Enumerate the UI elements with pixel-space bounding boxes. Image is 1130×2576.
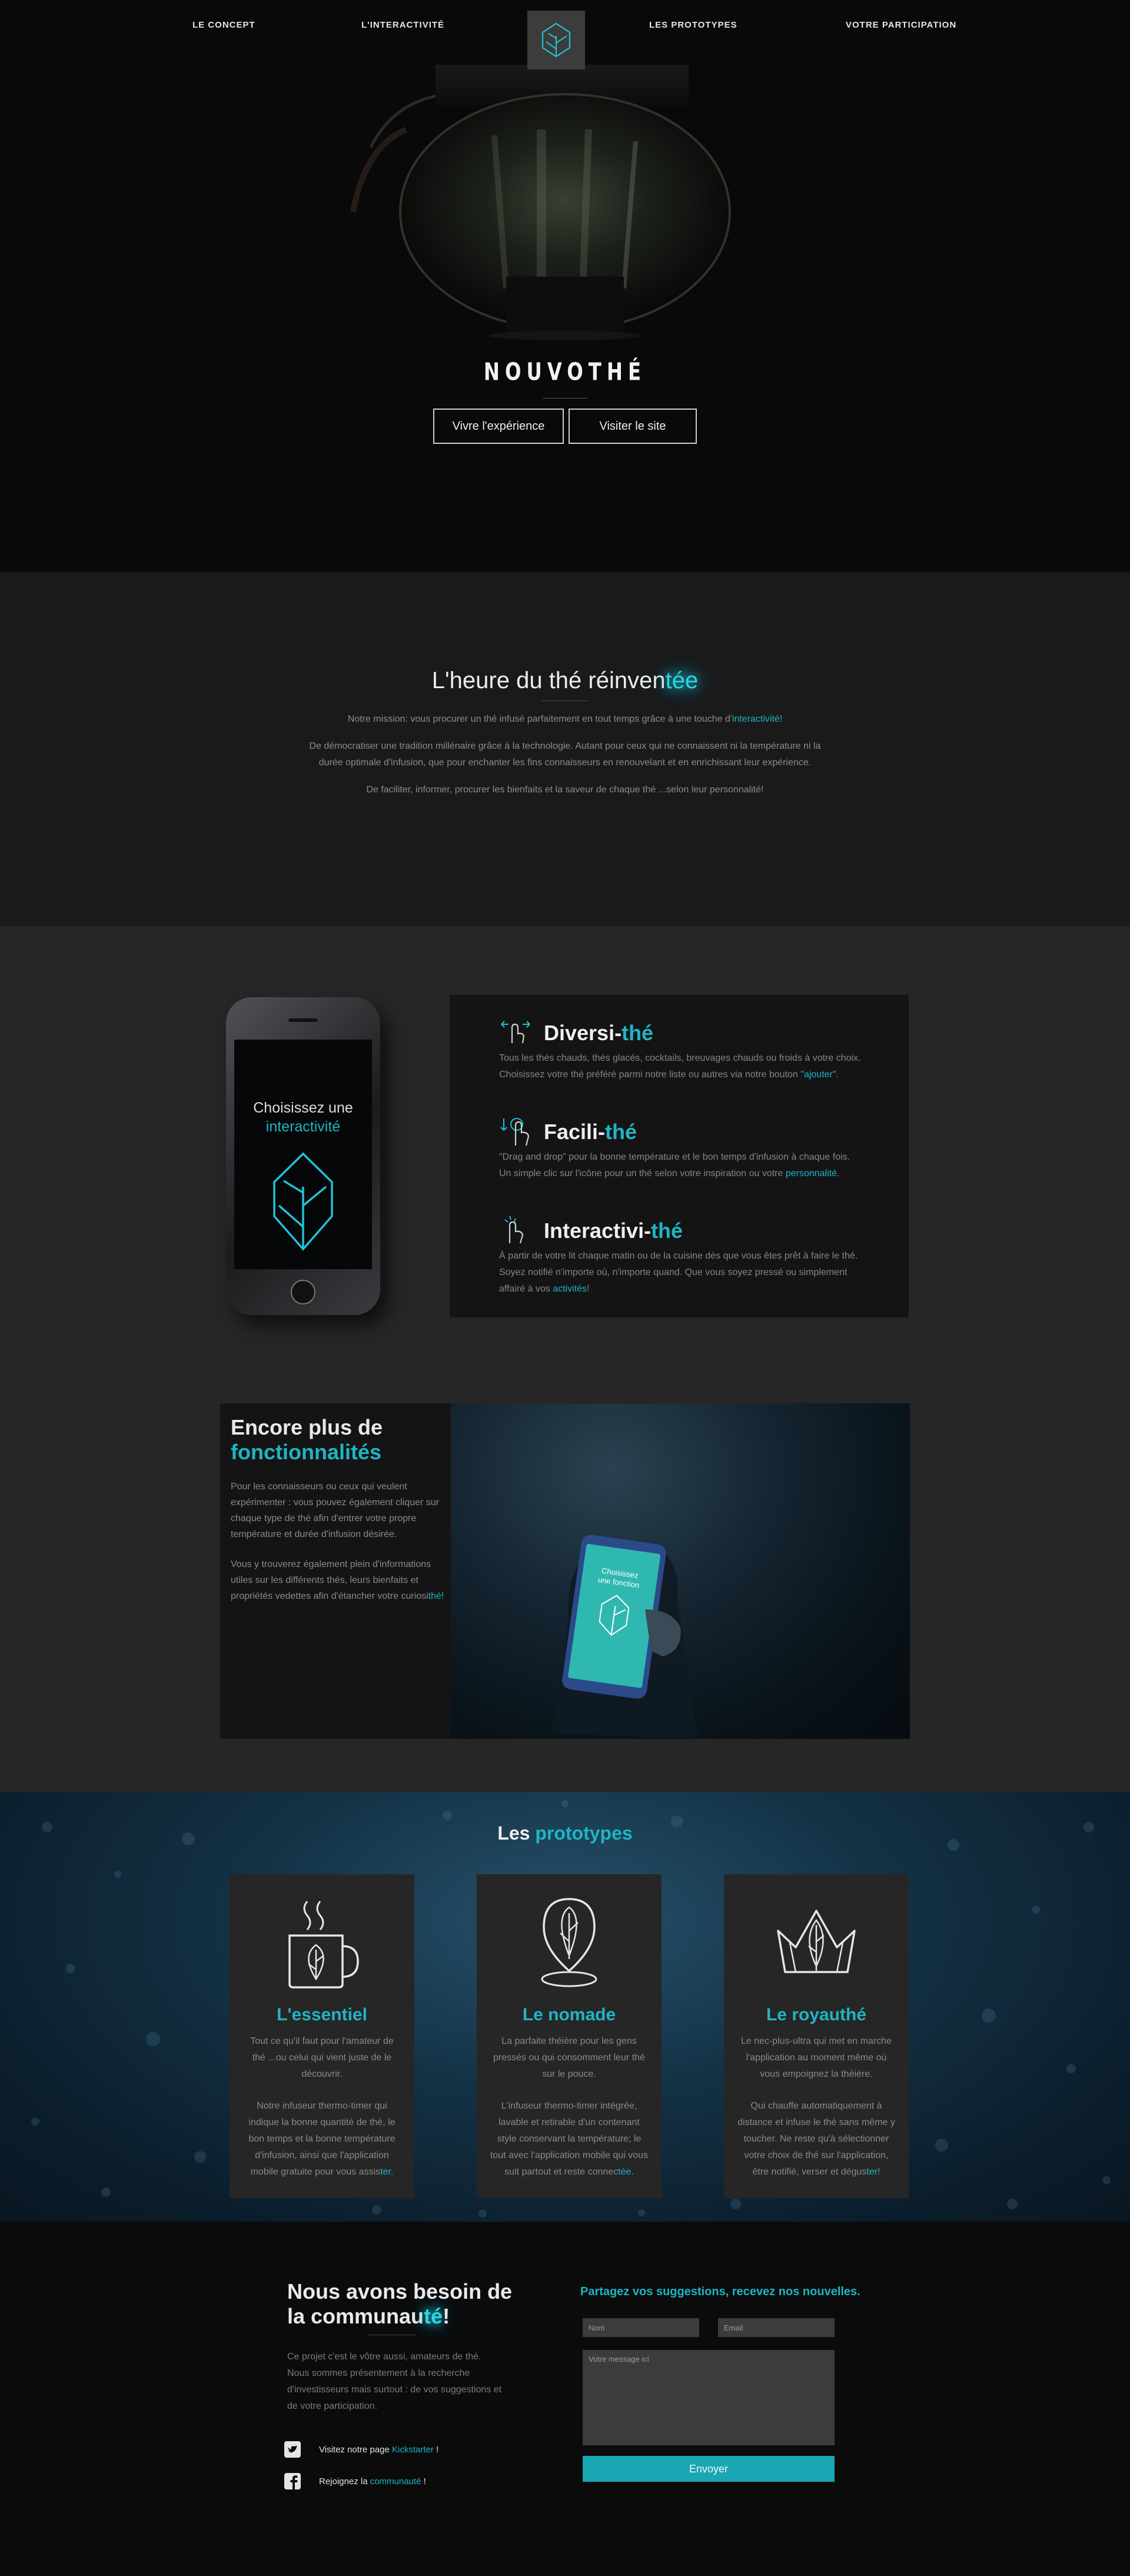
nav-logo[interactable] <box>527 11 585 69</box>
mission-section: L'heure du thé réinventée Notre mission:… <box>0 572 1130 927</box>
prototype-text-nomad-1: La parfaite théière pour les gens pressé… <box>493 2036 645 2079</box>
glass-teapot-image <box>350 65 731 340</box>
email-field[interactable] <box>718 2318 835 2337</box>
hero-section: NOUVOTHÉ Vivre l'expérience Visiter le s… <box>0 0 1130 572</box>
hand-holding-phone-photo: Choisissez une fonction <box>451 1403 910 1739</box>
leaf-icon <box>273 1152 333 1251</box>
kickstarter-link[interactable]: Visitez notre page Kickstarter ! <box>282 2441 438 2458</box>
mission-title-accent: tée <box>665 668 699 693</box>
features-section: Choisissez une interactivité Diversi-thé… <box>0 927 1130 1792</box>
mission-paragraph-2: De démocratiser une tradition millénaire… <box>309 741 821 768</box>
more-features-paragraph-1: Pour les connaisseurs ou ceux qui veulen… <box>231 1482 439 1539</box>
crown-icon <box>777 1910 856 1973</box>
prototype-card-nomad[interactable]: Le nomade La parfaite théière pour les g… <box>477 1874 662 2198</box>
form-headline: Partagez vos suggestions, recevez nos no… <box>580 2285 860 2298</box>
tea-mug-icon <box>288 1901 359 1989</box>
prototype-text-nomad-2: L'infuseur thermo-timer intégrée, lavabl… <box>490 2101 649 2177</box>
visit-site-button[interactable]: Visiter le site <box>569 409 697 444</box>
swipe-hand-icon <box>501 1021 530 1044</box>
prototype-title-royal: Le royauthé <box>766 2005 867 2024</box>
prototypes-section: Les prototypes L'essentiel Tout ce qu'il… <box>0 1792 1130 2222</box>
features-panel: Diversi-thé Tous les thés chauds, thés g… <box>450 995 909 1317</box>
tap-hand-icon <box>504 1216 524 1244</box>
phone-screen: Choisissez une interactivité <box>234 1040 372 1269</box>
prototype-title-nomad: Le nomade <box>522 2005 616 2024</box>
brand-divider <box>543 398 587 399</box>
feature-text-interactivity: À partir de votre lit chaque matin ou de… <box>499 1251 858 1294</box>
brand-name: NOUVOTHÉ <box>483 358 647 387</box>
community-link[interactable]: Rejoignez la communauté ! <box>282 2472 426 2490</box>
kickstarter-text: Visitez notre page Kickstarter ! <box>319 2444 439 2455</box>
feature-text-facility: "Drag and drop" pour la bonne températur… <box>499 1152 850 1179</box>
nav-link-participation[interactable]: VOTRE PARTICIPATION <box>846 20 956 30</box>
message-field[interactable] <box>583 2350 835 2445</box>
prototype-title-essential: L'essentiel <box>277 2005 367 2024</box>
twitter-icon <box>282 2441 303 2458</box>
experience-button[interactable]: Vivre l'expérience <box>433 409 564 444</box>
top-nav: LE CONCEPT L'INTERACTIVITÉ LES PROTOTYPE… <box>0 0 1130 69</box>
phone-mockup: Choisissez une interactivité <box>226 997 380 1315</box>
prototypes-title: Les prototypes <box>497 1823 633 1844</box>
more-features-title: Encore plus de fonctionnalités <box>231 1415 383 1464</box>
phone-home-button <box>291 1280 315 1304</box>
feature-text-diversity: Tous les thés chauds, thés glacés, cockt… <box>499 1053 861 1080</box>
nav-link-interactivity[interactable]: L'INTERACTIVITÉ <box>361 20 444 30</box>
leaf-icon <box>541 22 571 58</box>
more-features-text: Encore plus de fonctionnalités Pour les … <box>231 1415 448 1604</box>
feature-title-interactivity: Interactivi-thé <box>544 1219 683 1243</box>
send-button[interactable]: Envoyer <box>583 2456 835 2482</box>
contact-title: Nous avons besoin de la communauté! <box>287 2279 513 2328</box>
prototype-card-royal[interactable]: Le royauthé Le nec-plus-ultra qui met en… <box>724 1874 909 2198</box>
contact-text: Ce projet c'est le vôtre aussi, amateurs… <box>287 2352 502 2411</box>
drag-drop-icon <box>500 1118 530 1146</box>
facebook-icon <box>282 2472 303 2490</box>
mission-paragraph-1: Notre mission: vous procurer un thé infu… <box>347 714 783 724</box>
phone-photo-illustration: Choisissez une fonction <box>551 1535 698 1739</box>
phone-speaker <box>288 1018 318 1022</box>
prototype-text-essential-2: Notre infuseur thermo-timer qui indique … <box>248 2101 396 2177</box>
mission-title: L'heure du thé réinventée <box>431 668 699 693</box>
more-features-panel: Encore plus de fonctionnalités Pour les … <box>220 1403 910 1739</box>
feature-title-diversity: Diversi-thé <box>544 1021 654 1045</box>
leaf-pin-icon <box>541 1898 597 1987</box>
prototype-text-royal-1: Le nec-plus-ultra qui met en marche l'ap… <box>740 2036 892 2079</box>
feature-title-facility: Facili-thé <box>544 1120 637 1144</box>
name-field[interactable] <box>583 2318 699 2337</box>
prototype-text-royal-2: Qui chauffe automatiquement à distance e… <box>737 2101 895 2177</box>
prototype-text-essential-1: Tout ce qu'il faut pour l'amateur de thé… <box>250 2036 394 2079</box>
mission-paragraph-3: De faciliter, informer, procurer les bie… <box>366 785 764 795</box>
nav-link-prototypes[interactable]: LES PROTOTYPES <box>649 20 737 30</box>
contact-section: Nous avons besoin de la communauté! Ce p… <box>0 2222 1130 2576</box>
more-features-paragraph-2: Vous y trouverez également plein d'infor… <box>231 1559 444 1601</box>
community-text: Rejoignez la communauté ! <box>319 2476 426 2487</box>
nav-link-concept[interactable]: LE CONCEPT <box>192 20 255 30</box>
phone-screen-text: Choisissez une interactivité <box>253 1100 353 1135</box>
prototype-card-essential[interactable]: L'essentiel Tout ce qu'il faut pour l'am… <box>230 1874 414 2198</box>
